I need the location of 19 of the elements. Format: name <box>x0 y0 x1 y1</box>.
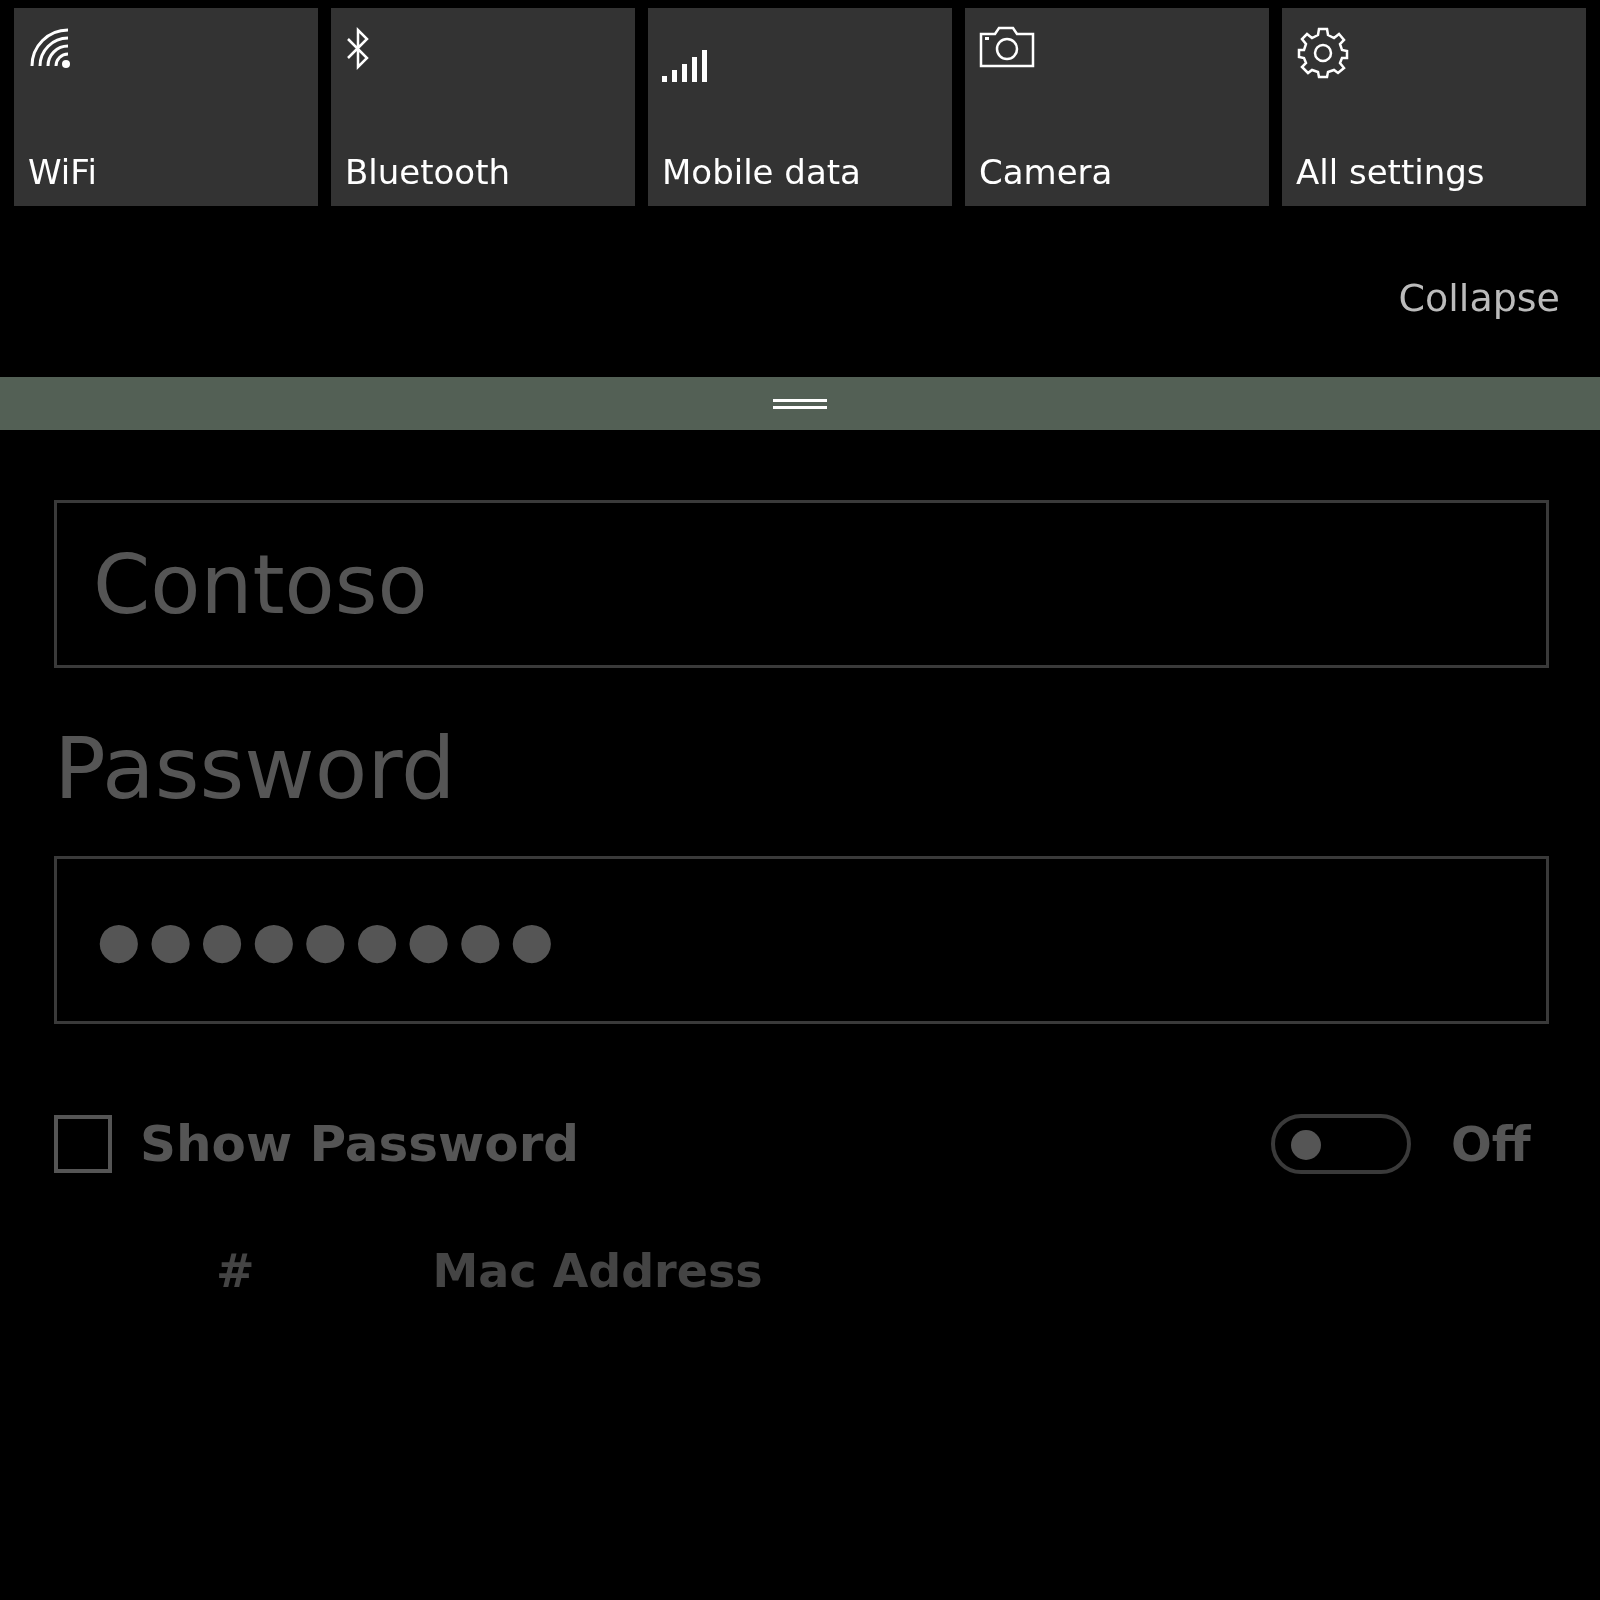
password-label: Password <box>54 718 457 818</box>
handle-icon <box>773 396 827 411</box>
quick-action-tile[interactable]: Mobile data <box>648 8 952 206</box>
bluetooth-icon <box>345 26 371 72</box>
toggle-switch[interactable] <box>1271 1114 1411 1174</box>
settings-icon <box>1296 26 1350 80</box>
wifi-icon <box>28 26 72 70</box>
drag-handle-bar[interactable] <box>0 377 1600 430</box>
column-header: Mac Address <box>432 1244 763 1298</box>
checkbox[interactable] <box>54 1115 112 1173</box>
quick-action-tile[interactable]: All settings <box>1282 8 1586 206</box>
show-password-label: Show Password <box>140 1115 580 1173</box>
quick-action-tile[interactable]: WiFi <box>14 8 318 206</box>
quick-action-tile[interactable]: Bluetooth <box>331 8 635 206</box>
quick-action-tile[interactable]: Camera <box>965 8 1269 206</box>
camera-icon <box>979 26 1035 68</box>
collapse-link[interactable]: Collapse <box>1398 276 1560 318</box>
toggle-state-label: Off <box>1451 1116 1531 1172</box>
column-header: # <box>216 1244 255 1298</box>
